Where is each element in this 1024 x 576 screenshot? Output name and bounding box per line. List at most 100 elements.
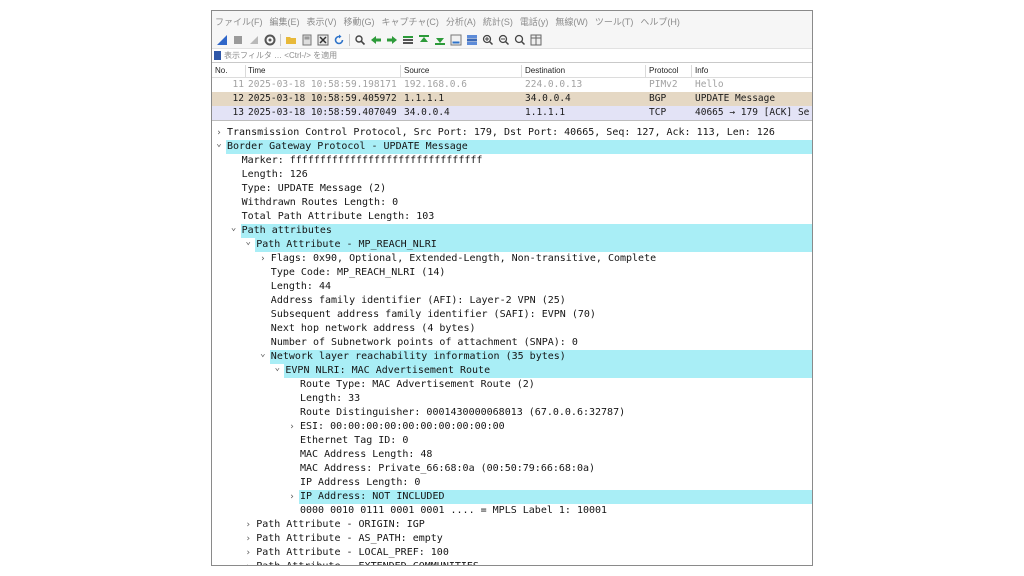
detail-row[interactable]: Subsequent address family identifier (SA… — [212, 308, 812, 322]
chevron-right-icon[interactable]: › — [258, 252, 268, 266]
close-file-icon[interactable] — [316, 33, 329, 46]
detail-row[interactable]: › Path Attribute - ORIGIN: IGP — [212, 518, 812, 532]
detail-row[interactable]: › IP Address: NOT INCLUDED — [212, 490, 812, 504]
detail-row[interactable]: › Path Attribute - AS_PATH: empty — [212, 532, 812, 546]
detail-row[interactable]: Length: 33 — [212, 392, 812, 406]
detail-text: Path Attribute - AS_PATH: empty — [256, 533, 443, 544]
go-to-packet-icon[interactable] — [401, 33, 414, 46]
colorize-icon[interactable] — [465, 33, 478, 46]
zoom-out-icon[interactable] — [497, 33, 510, 46]
detail-row[interactable]: Number of Subnetwork points of attachmen… — [212, 336, 812, 350]
detail-row[interactable]: Next hop network address (4 bytes) — [212, 322, 812, 336]
detail-row[interactable]: Withdrawn Routes Length: 0 — [212, 196, 812, 210]
chevron-right-icon[interactable]: › — [243, 560, 253, 565]
detail-text: Number of Subnetwork points of attachmen… — [270, 337, 578, 348]
detail-row[interactable]: › ESI: 00:00:00:00:00:00:00:00:00:00 — [212, 420, 812, 434]
detail-row[interactable]: Type Code: MP_REACH_NLRI (14) — [212, 266, 812, 280]
detail-row[interactable]: › Path Attribute - LOCAL_PREF: 100 — [212, 546, 812, 560]
packet-info: Hello — [695, 79, 724, 90]
chevron-right-icon[interactable]: › — [243, 532, 253, 546]
save-file-icon[interactable] — [300, 33, 313, 46]
menu-statistics[interactable]: 統計(S) — [483, 15, 513, 28]
detail-row[interactable]: Length: 126 — [212, 168, 812, 182]
chevron-right-icon[interactable]: › — [287, 490, 297, 504]
detail-row[interactable]: IP Address Length: 0 — [212, 476, 812, 490]
column-header-no[interactable]: No. — [215, 66, 245, 75]
detail-row[interactable]: Ethernet Tag ID: 0 — [212, 434, 812, 448]
first-packet-icon[interactable] — [417, 33, 430, 46]
menu-view[interactable]: 表示(V) — [307, 15, 337, 28]
column-header-time[interactable]: Time — [248, 66, 265, 75]
go-back-icon[interactable] — [369, 33, 382, 46]
detail-text: Length: 126 — [241, 169, 308, 180]
menu-capture[interactable]: キャプチャ(C) — [382, 15, 439, 28]
packet-source: 34.0.0.4 — [404, 107, 450, 118]
detail-row[interactable]: ⌄ Border Gateway Protocol - UPDATE Messag… — [212, 137, 812, 154]
column-header-info[interactable]: Info — [695, 66, 708, 75]
detail-row[interactable]: ›Path Attribute - EXTENDED_COMMUNITIES — [212, 560, 812, 565]
detail-row[interactable]: Type: UPDATE Message (2) — [212, 182, 812, 196]
bookmark-icon[interactable] — [214, 51, 221, 60]
chevron-right-icon[interactable]: › — [287, 420, 297, 434]
detail-text: Subsequent address family identifier (SA… — [270, 309, 596, 320]
autoscroll-icon[interactable] — [449, 33, 462, 46]
menu-file[interactable]: ファイル(F) — [215, 15, 263, 28]
restart-icon[interactable] — [247, 33, 260, 46]
resize-columns-icon[interactable] — [529, 33, 542, 46]
chevron-right-icon[interactable]: › — [243, 546, 253, 560]
packet-list-header: No. Time Source Destination Protocol Inf… — [212, 64, 812, 78]
detail-row[interactable]: › Flags: 0x90, Optional, Extended-Length,… — [212, 252, 812, 266]
packet-source: 1.1.1.1 — [404, 93, 445, 104]
packet-row[interactable]: 11 2025-03-18 10:58:59.198171 192.168.0.… — [212, 78, 812, 92]
last-packet-icon[interactable] — [433, 33, 446, 46]
find-packet-icon[interactable] — [353, 33, 366, 46]
chevron-down-icon[interactable]: ⌄ — [258, 347, 268, 361]
detail-row[interactable]: Address family identifier (AFI): Layer-2… — [212, 294, 812, 308]
packet-info: 40665 → 179 [ACK] Se — [695, 107, 810, 118]
detail-row[interactable]: ⌄ Path Attribute - MP_REACH_NLRI — [212, 235, 812, 252]
go-forward-icon[interactable] — [385, 33, 398, 46]
detail-row[interactable]: ⌄ Network layer reachability information … — [212, 347, 812, 364]
chevron-down-icon[interactable]: ⌄ — [243, 235, 253, 249]
detail-text: Marker: ffffffffffffffffffffffffffffffff — [241, 155, 483, 166]
packet-destination: 224.0.0.13 — [525, 79, 583, 90]
detail-row[interactable]: MAC Address: Private_66:68:0a (00:50:79:… — [212, 462, 812, 476]
packet-row[interactable]: 13 2025-03-18 10:58:59.407049 34.0.0.4 1… — [212, 106, 812, 120]
options-gear-icon[interactable] — [263, 33, 276, 46]
menu-analyze[interactable]: 分析(A) — [446, 15, 476, 28]
detail-row[interactable]: ⌄ EVPN NLRI: MAC Advertisement Route — [212, 361, 812, 378]
menu-tools[interactable]: ツール(T) — [595, 15, 634, 28]
packet-time: 2025-03-18 10:58:59.407049 — [248, 107, 397, 118]
detail-row[interactable]: Total Path Attribute Length: 103 — [212, 210, 812, 224]
chevron-down-icon[interactable]: ⌄ — [229, 221, 239, 235]
detail-row[interactable]: Marker: ffffffffffffffffffffffffffffffff — [212, 154, 812, 168]
detail-row[interactable]: MAC Address Length: 48 — [212, 448, 812, 462]
open-folder-icon[interactable] — [284, 33, 297, 46]
packet-row-selected[interactable]: 12 2025-03-18 10:58:59.405972 1.1.1.1 34… — [212, 92, 812, 106]
chevron-down-icon[interactable]: ⌄ — [272, 361, 282, 375]
menu-telephony[interactable]: 電話(y) — [520, 15, 549, 28]
menu-go[interactable]: 移動(G) — [344, 15, 375, 28]
menu-wireless[interactable]: 無線(W) — [555, 15, 588, 28]
menu-help[interactable]: ヘルプ(H) — [640, 15, 680, 28]
chevron-down-icon[interactable]: ⌄ — [214, 137, 224, 151]
detail-text: Path attributes — [241, 225, 332, 236]
detail-row[interactable]: Route Distinguisher: 0001430000068013 (6… — [212, 406, 812, 420]
detail-text: Path Attribute - ORIGIN: IGP — [256, 519, 425, 530]
column-header-protocol[interactable]: Protocol — [649, 66, 678, 75]
reload-icon[interactable] — [332, 33, 345, 46]
detail-row[interactable]: Length: 44 — [212, 280, 812, 294]
zoom-reset-icon[interactable] — [513, 33, 526, 46]
shark-fin-start-icon[interactable] — [215, 33, 228, 46]
detail-row[interactable]: Route Type: MAC Advertisement Route (2) — [212, 378, 812, 392]
detail-row[interactable]: 0000 0010 0111 0001 0001 .... = MPLS Lab… — [212, 504, 812, 518]
zoom-in-icon[interactable] — [481, 33, 494, 46]
chevron-right-icon[interactable]: › — [243, 518, 253, 532]
menu-edit[interactable]: 編集(E) — [270, 15, 300, 28]
detail-row[interactable]: › Transmission Control Protocol, Src Port… — [212, 126, 812, 140]
column-header-destination[interactable]: Destination — [525, 66, 565, 75]
detail-row[interactable]: ⌄ Path attributes — [212, 221, 812, 238]
display-filter-input[interactable]: 表示フィルタ … <Ctrl-/> を適用 — [224, 50, 337, 61]
stop-icon[interactable] — [231, 33, 244, 46]
column-header-source[interactable]: Source — [404, 66, 429, 75]
